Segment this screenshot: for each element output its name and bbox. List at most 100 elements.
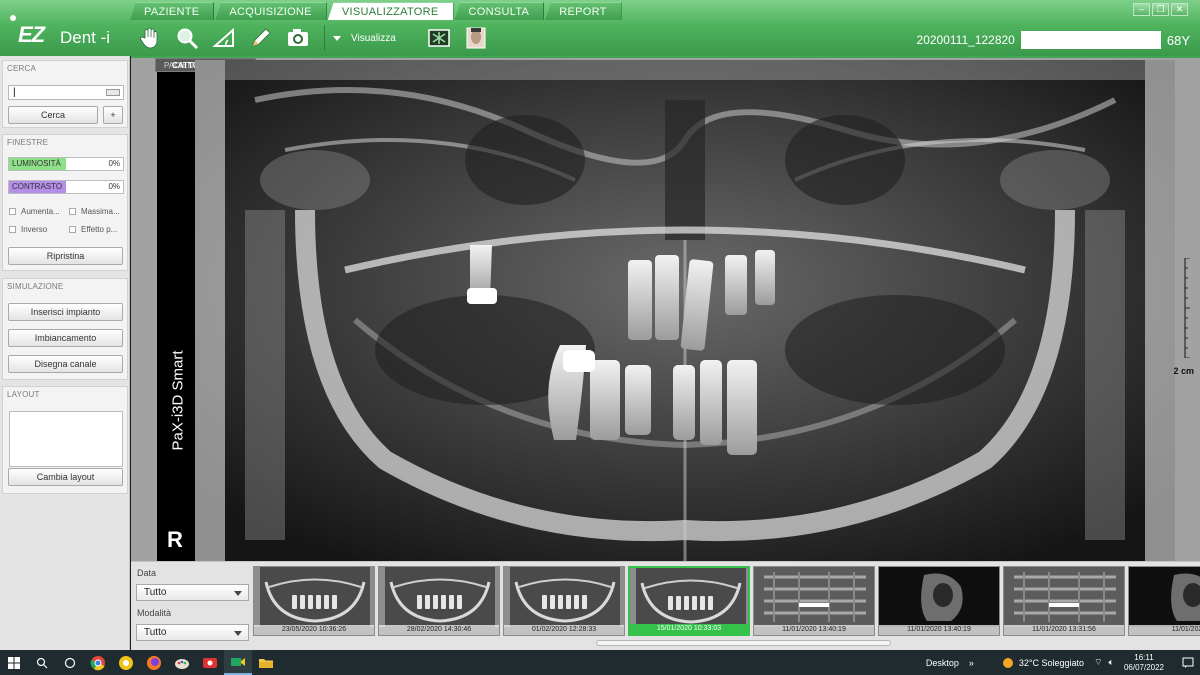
notification-icon[interactable] [1176,650,1200,675]
logo-prefix: EZ [18,22,45,47]
chevron-up-icon[interactable]: » [969,658,974,668]
image-viewer[interactable]: PACIENTE ... CA CATTURA PaX-i3D Smart R [131,56,1200,561]
paint-icon[interactable] [168,650,196,675]
simulazione-title: SIMULAZIONE [7,282,64,291]
imbiancamento-button[interactable]: Imbiancamento [8,329,123,347]
face-view-icon[interactable] [461,24,491,52]
thumbnail-scrollbar[interactable] [596,640,891,646]
layout-group: LAYOUT Cambia layout [2,386,128,494]
cambia-layout-button[interactable]: Cambia layout [8,468,123,486]
keyboard-icon[interactable] [106,89,120,96]
scale-ruler [1184,258,1190,358]
contrasto-slider[interactable]: CONTRASTO 0% [8,180,124,194]
data-filter-select[interactable]: Tutto [136,584,249,601]
patient-name-redacted [1020,31,1161,49]
patient-info: 20200111_122820 68Y [917,31,1190,49]
tab-consulta[interactable]: CONSULTA [454,2,545,20]
thumbnail-item[interactable]: 11/01/2020 13:40:19 [878,566,1000,636]
desktop-label[interactable]: Desktop [926,658,959,668]
header: EZ Dent -i PAZIENTE ACQUISIZIONE VISUALI… [0,0,1200,56]
firefox-icon[interactable] [140,650,168,675]
angle-icon[interactable] [209,24,239,52]
search-icon[interactable] [28,650,56,675]
volume-icon[interactable]: 🔈︎ [1109,657,1114,668]
weather-text[interactable]: 32°C Soleggiato [1019,658,1084,668]
aumenta-checkbox[interactable]: Aumenta... [9,207,60,216]
thumbnail-item[interactable]: 01/02/2020 12:28:33 [503,566,625,636]
camera-capture-icon[interactable] [283,24,313,52]
chevron-down-icon [234,591,242,596]
inverso-checkbox[interactable]: Inverso [9,225,47,234]
clock[interactable]: 16:11 06/07/2022 [1124,653,1164,673]
thumbnail-item[interactable]: 15/01/2020 10:33:03 [628,566,750,636]
wifi-icon[interactable]: ⌔ [1094,657,1102,668]
visualizza-dropdown[interactable]: Visualizza [333,33,396,44]
logo-name: Dent -i [60,28,111,47]
disegna-canale-button[interactable]: Disegna canale [8,355,123,373]
task-view-icon[interactable] [56,650,84,675]
window-controls: – ❐ ✕ [1133,3,1188,16]
thumbnail-date: 01/02/2020 12:28:33 [504,625,624,635]
chrome-icon[interactable] [84,650,112,675]
close-icon[interactable]: ✕ [1171,3,1188,16]
inserisci-impianto-button[interactable]: Inserisci impianto [8,303,123,321]
thumbnail-item[interactable]: 23/05/2020 10:36:26 [253,566,375,636]
search-input[interactable]: | [8,85,124,100]
effetto-checkbox[interactable]: Effetto p... [69,225,117,234]
thumbnail-date: 11/01/2020 13:40:19 [754,625,874,635]
finestre-group: FINESTRE LUMINOSITÀ 0% CONTRASTO 0% Aume… [2,134,128,271]
thumbnail-item[interactable]: 11/01/2020 [1128,566,1200,636]
panoramic-xray-image[interactable] [195,60,1175,561]
windows-start-icon[interactable] [0,650,28,675]
thumbnail-list: 23/05/2020 10:36:26 28/02/2020 14:30:46 01… [253,564,1200,638]
magnifier-icon[interactable] [172,24,202,52]
grid-view-icon[interactable] [424,24,454,52]
restore-icon[interactable]: ❐ [1152,3,1169,16]
layout-preview[interactable] [9,411,123,467]
hand-icon[interactable] [135,24,165,52]
cerca-button[interactable]: Cerca [8,106,98,124]
thumbnail-date: 15/01/2020 10:33:03 [630,624,748,634]
left-panel: CERCA | Cerca + FINESTRE LUMINOSITÀ 0% C… [0,56,130,650]
tab-paziente[interactable]: PAZIENTE [130,2,215,20]
pencil-icon[interactable] [246,24,276,52]
minimize-icon[interactable]: – [1133,3,1150,16]
thumbnail-item[interactable]: 11/01/2020 13:31:56 [1003,566,1125,636]
massima-checkbox[interactable]: Massima... [69,207,120,216]
cerca-title: CERCA [7,64,37,73]
system-tray: Desktop » 32°C Soleggiato ⌔ 🔈︎ 16:11 06/… [926,650,1200,675]
app-logo: EZ Dent -i [8,8,128,48]
app-yellow-icon[interactable] [112,650,140,675]
sun-icon [1002,657,1013,668]
chevron-down-icon [333,35,341,41]
main-tabs: PAZIENTE ACQUISIZIONE VISUALIZZATORE CON… [130,2,623,20]
viewer-toolbar: Visualizza [135,24,498,52]
meet-icon[interactable] [224,650,252,675]
modalita-filter-label: Modalità [137,608,172,618]
thumbnail-panel: Data Tutto Modalità Tutto 23/05/2020 10:… [131,561,1200,650]
tab-visualizzatore[interactable]: VISUALIZZATORE [327,2,454,20]
side-marker: R [167,527,183,552]
tab-report[interactable]: REPORT [545,2,622,20]
finestre-title: FINESTRE [7,138,49,147]
layout-title: LAYOUT [7,390,40,399]
ripristina-button[interactable]: Ripristina [8,247,123,265]
visualizza-label: Visualizza [351,32,396,44]
luminosita-slider[interactable]: LUMINOSITÀ 0% [8,157,124,171]
thumbnail-item[interactable]: 11/01/2020 13:40:19 [753,566,875,636]
simulazione-group: SIMULAZIONE Inserisci impianto Imbiancam… [2,278,128,380]
screen-recorder-icon[interactable] [196,650,224,675]
add-search-button[interactable]: + [103,106,123,124]
file-explorer-icon[interactable] [252,650,280,675]
tab-acquisizione[interactable]: ACQUISIZIONE [215,2,327,20]
thumbnail-date: 28/02/2020 14:30:46 [379,625,499,635]
app-window: EZ Dent -i PAZIENTE ACQUISIZIONE VISUALI… [0,0,1200,675]
thumbnail-item[interactable]: 28/02/2020 14:30:46 [378,566,500,636]
chevron-down-icon [234,631,242,636]
scale-label: 2 cm [1173,366,1194,376]
device-label: PaX-i3D Smart [169,350,187,451]
patient-id: 20200111_122820 [916,33,1015,47]
modalita-filter-select[interactable]: Tutto [136,624,249,641]
thumbnail-date: 11/01/2020 13:31:56 [1004,625,1124,635]
patient-age: 68Y [1166,32,1190,48]
